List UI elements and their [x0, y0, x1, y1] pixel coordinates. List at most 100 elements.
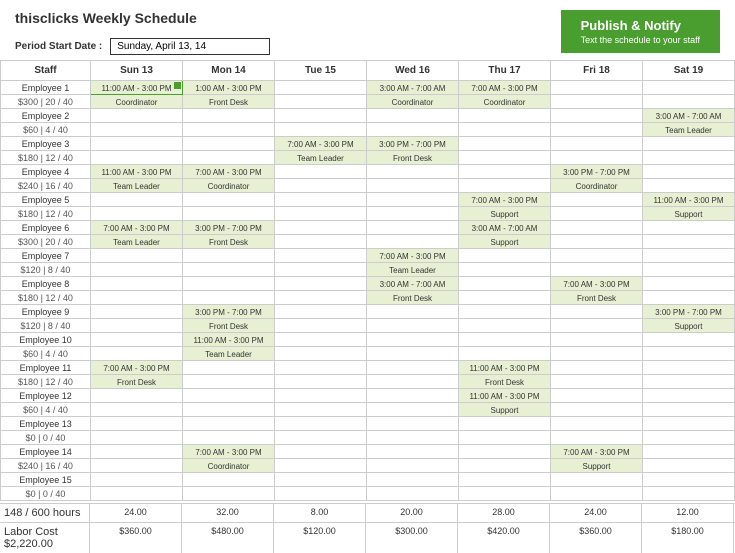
empty-cell[interactable] — [367, 109, 459, 123]
empty-cell[interactable] — [275, 333, 367, 347]
empty-cell[interactable] — [367, 361, 459, 375]
empty-cell[interactable] — [459, 445, 551, 459]
employee-name[interactable]: Employee 12 — [1, 389, 91, 403]
employee-name[interactable]: Employee 4 — [1, 165, 91, 179]
shift-cell[interactable]: 7:00 AM - 3:00 PM — [551, 445, 643, 459]
shift-cell[interactable]: 3:00 AM - 7:00 AM — [367, 81, 459, 95]
period-start-date-input[interactable] — [110, 38, 270, 55]
empty-cell[interactable] — [643, 235, 735, 249]
empty-cell[interactable] — [643, 95, 735, 109]
empty-cell[interactable] — [551, 263, 643, 277]
empty-cell[interactable] — [183, 277, 275, 291]
empty-cell[interactable] — [91, 193, 183, 207]
shift-cell[interactable]: 7:00 AM - 3:00 PM — [551, 277, 643, 291]
empty-cell[interactable] — [183, 193, 275, 207]
empty-cell[interactable] — [643, 403, 735, 417]
empty-cell[interactable] — [367, 445, 459, 459]
empty-cell[interactable] — [643, 81, 735, 95]
employee-name[interactable]: Employee 15 — [1, 473, 91, 487]
empty-cell[interactable] — [183, 403, 275, 417]
empty-cell[interactable] — [183, 123, 275, 137]
employee-name[interactable]: Employee 13 — [1, 417, 91, 431]
employee-name[interactable]: Employee 6 — [1, 221, 91, 235]
empty-cell[interactable] — [275, 123, 367, 137]
empty-cell[interactable] — [275, 291, 367, 305]
empty-cell[interactable] — [551, 305, 643, 319]
empty-cell[interactable] — [643, 249, 735, 263]
shift-role-cell[interactable]: Support — [459, 403, 551, 417]
empty-cell[interactable] — [367, 347, 459, 361]
empty-cell[interactable] — [551, 361, 643, 375]
empty-cell[interactable] — [275, 207, 367, 221]
empty-cell[interactable] — [459, 459, 551, 473]
empty-cell[interactable] — [183, 151, 275, 165]
empty-cell[interactable] — [459, 487, 551, 501]
empty-cell[interactable] — [367, 473, 459, 487]
empty-cell[interactable] — [551, 207, 643, 221]
shift-cell[interactable]: 11:00 AM - 3:00 PM — [91, 165, 183, 179]
shift-role-cell[interactable]: Front Desk — [183, 319, 275, 333]
shift-role-cell[interactable]: Support — [459, 235, 551, 249]
empty-cell[interactable] — [643, 431, 735, 445]
empty-cell[interactable] — [551, 403, 643, 417]
shift-role-cell[interactable]: Coordinator — [459, 95, 551, 109]
shift-role-cell[interactable]: Support — [643, 319, 735, 333]
empty-cell[interactable] — [367, 333, 459, 347]
shift-cell[interactable]: 7:00 AM - 3:00 PM — [91, 221, 183, 235]
empty-cell[interactable] — [643, 473, 735, 487]
empty-cell[interactable] — [367, 235, 459, 249]
empty-cell[interactable] — [183, 109, 275, 123]
empty-cell[interactable] — [275, 319, 367, 333]
shift-role-cell[interactable]: Team Leader — [91, 235, 183, 249]
shift-cell[interactable]: 7:00 AM - 3:00 PM — [183, 165, 275, 179]
empty-cell[interactable] — [367, 417, 459, 431]
employee-name[interactable]: Employee 5 — [1, 193, 91, 207]
empty-cell[interactable] — [275, 109, 367, 123]
empty-cell[interactable] — [275, 403, 367, 417]
shift-cell[interactable]: 11:00 AM - 3:00 PM — [459, 361, 551, 375]
empty-cell[interactable] — [643, 291, 735, 305]
empty-cell[interactable] — [643, 459, 735, 473]
empty-cell[interactable] — [183, 249, 275, 263]
empty-cell[interactable] — [91, 319, 183, 333]
empty-cell[interactable] — [275, 81, 367, 95]
employee-name[interactable]: Employee 7 — [1, 249, 91, 263]
empty-cell[interactable] — [643, 221, 735, 235]
shift-cell[interactable]: 3:00 AM - 7:00 AM — [643, 109, 735, 123]
shift-role-cell[interactable]: Coordinator — [367, 95, 459, 109]
empty-cell[interactable] — [643, 263, 735, 277]
empty-cell[interactable] — [183, 291, 275, 305]
shift-role-cell[interactable]: Front Desk — [183, 235, 275, 249]
empty-cell[interactable] — [459, 165, 551, 179]
empty-cell[interactable] — [367, 123, 459, 137]
empty-cell[interactable] — [551, 333, 643, 347]
shift-cell[interactable]: 3:00 AM - 7:00 AM — [367, 277, 459, 291]
shift-cell[interactable]: 7:00 AM - 3:00 PM — [367, 249, 459, 263]
empty-cell[interactable] — [183, 137, 275, 151]
empty-cell[interactable] — [643, 347, 735, 361]
employee-name[interactable]: Employee 9 — [1, 305, 91, 319]
empty-cell[interactable] — [551, 431, 643, 445]
empty-cell[interactable] — [643, 151, 735, 165]
empty-cell[interactable] — [551, 81, 643, 95]
empty-cell[interactable] — [183, 473, 275, 487]
empty-cell[interactable] — [551, 137, 643, 151]
empty-cell[interactable] — [367, 487, 459, 501]
empty-cell[interactable] — [367, 431, 459, 445]
empty-cell[interactable] — [551, 221, 643, 235]
empty-cell[interactable] — [275, 347, 367, 361]
empty-cell[interactable] — [367, 221, 459, 235]
shift-role-cell[interactable]: Support — [551, 459, 643, 473]
empty-cell[interactable] — [643, 137, 735, 151]
empty-cell[interactable] — [551, 375, 643, 389]
empty-cell[interactable] — [459, 123, 551, 137]
shift-role-cell[interactable]: Front Desk — [459, 375, 551, 389]
empty-cell[interactable] — [551, 249, 643, 263]
empty-cell[interactable] — [183, 207, 275, 221]
empty-cell[interactable] — [459, 291, 551, 305]
employee-name[interactable]: Employee 10 — [1, 333, 91, 347]
empty-cell[interactable] — [643, 389, 735, 403]
empty-cell[interactable] — [367, 207, 459, 221]
empty-cell[interactable] — [275, 95, 367, 109]
shift-cell[interactable]: 3:00 PM - 7:00 PM — [183, 221, 275, 235]
